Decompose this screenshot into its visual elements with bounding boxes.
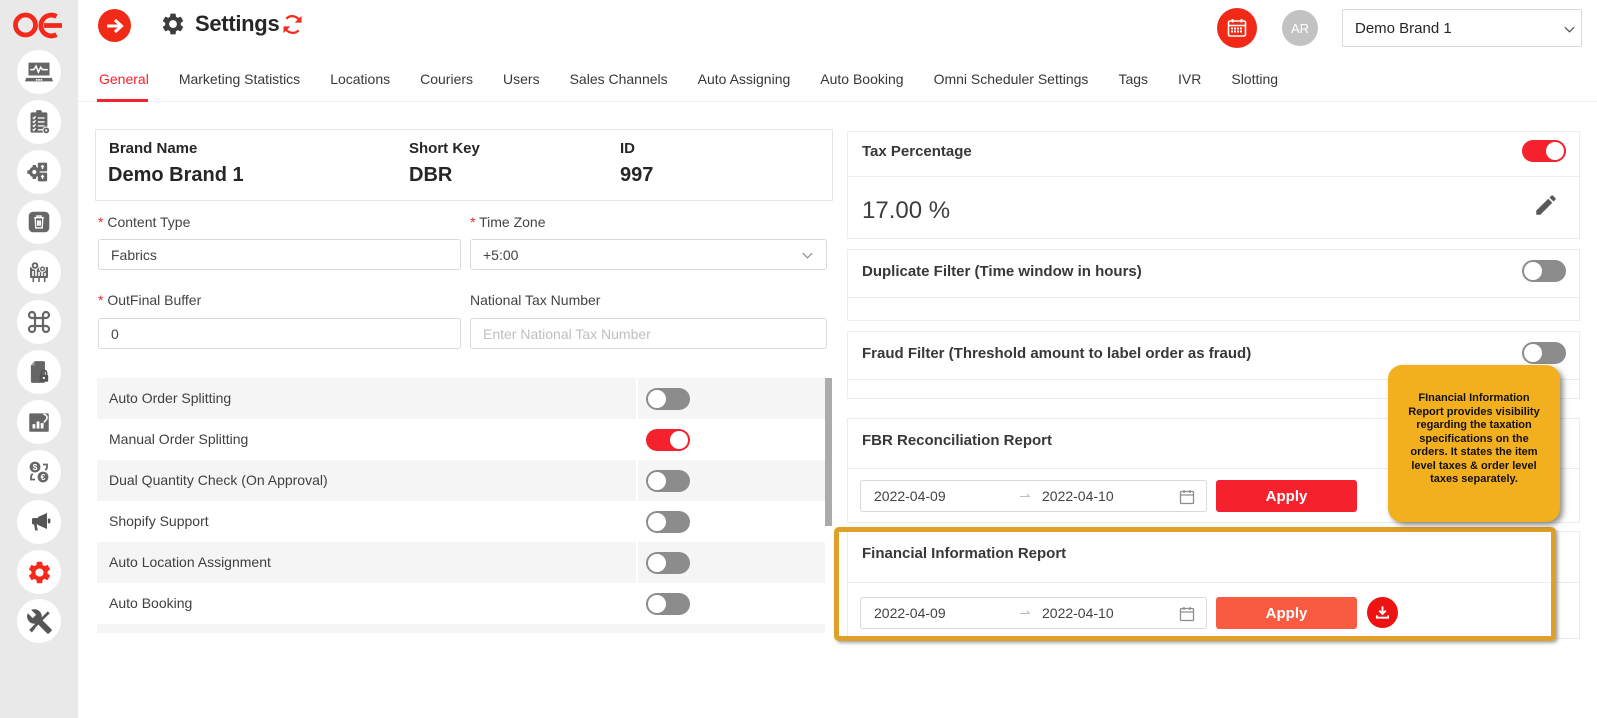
- svg-text:$: $: [33, 462, 38, 472]
- svg-text:€: €: [41, 472, 46, 482]
